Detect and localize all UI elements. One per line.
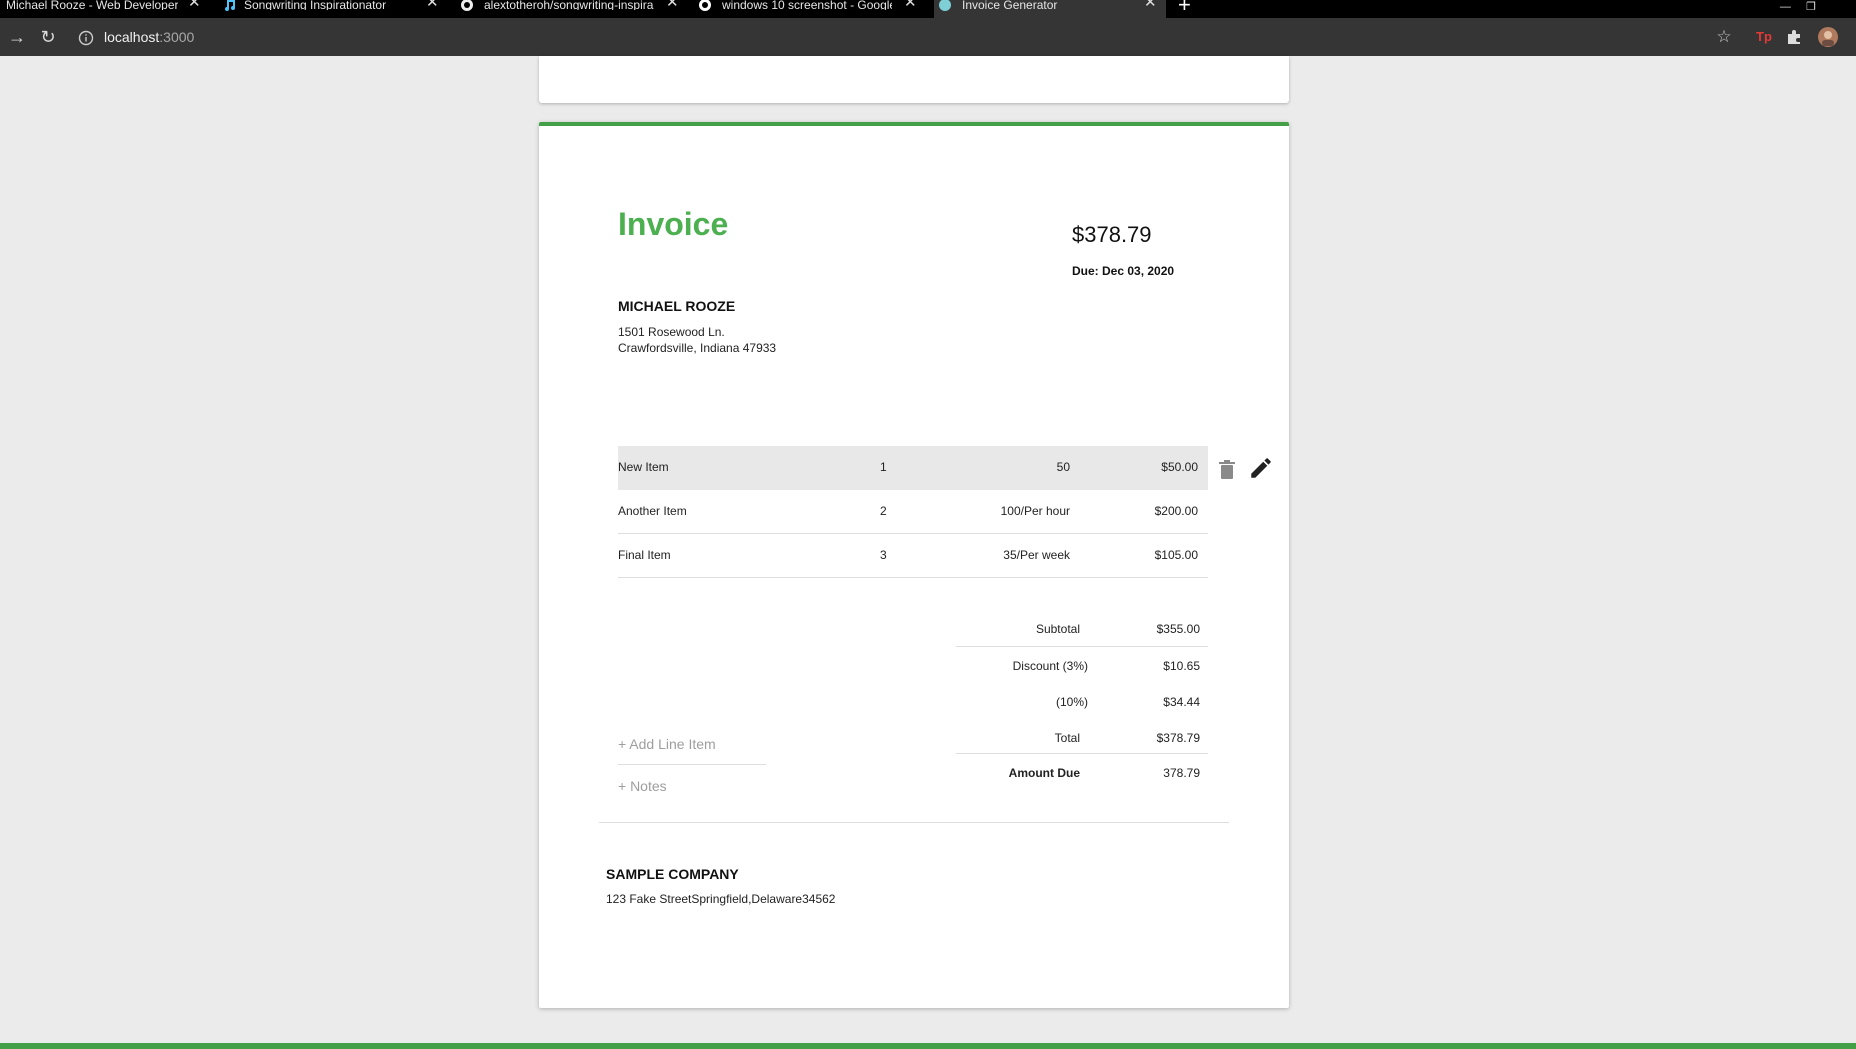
- tab-google[interactable]: windows 10 screenshot - Google ✕: [696, 0, 918, 18]
- window-controls[interactable]: — ❐: [1780, 0, 1816, 13]
- tax-row: (10%) $34.44: [956, 683, 1208, 719]
- item-rate: 50: [1056, 460, 1070, 474]
- tax-value: $34.44: [1163, 695, 1200, 709]
- item-quantity: 3: [880, 548, 887, 562]
- discount-row: Discount (3%) $10.65: [956, 647, 1208, 683]
- google-icon: [699, 0, 711, 11]
- url-host: localhost: [104, 29, 160, 45]
- client-address-line2: Crawfordsville, Indiana 47933: [618, 341, 777, 355]
- amount-due-label: Amount Due: [1008, 766, 1080, 780]
- url-port: :3000: [159, 29, 195, 45]
- tab-songwriting[interactable]: Songwriting Inspirationator ✕: [220, 0, 440, 18]
- item-name: Final Item: [618, 548, 671, 562]
- item-amount: $105.00: [1154, 548, 1198, 562]
- forward-icon[interactable]: →: [2, 18, 32, 56]
- item-quantity: 1: [880, 460, 887, 474]
- address-bar[interactable]: localhost:3000: [104, 28, 194, 46]
- tab-title: Invoice Generator: [962, 0, 1058, 10]
- line-items-table: New Item 1 50 $50.00 Another Item 2 100/…: [618, 446, 1208, 578]
- amount-due-row: Amount Due 378.79: [956, 754, 1208, 790]
- page-icon: [939, 0, 951, 11]
- item-amount: $50.00: [1161, 460, 1198, 474]
- new-tab-button[interactable]: +: [1178, 0, 1191, 16]
- tab-invoice-generator[interactable]: Invoice Generator ✕: [934, 0, 1166, 18]
- divider: [599, 822, 1229, 823]
- discount-label[interactable]: Discount (3%): [1013, 659, 1088, 673]
- due-date[interactable]: Due: Dec 03, 2020: [1072, 264, 1174, 278]
- line-item-row[interactable]: Another Item 2 100/Per hour $200.00: [618, 490, 1208, 534]
- discount-value: $10.65: [1163, 659, 1200, 673]
- close-icon[interactable]: ✕: [1144, 0, 1157, 10]
- info-icon[interactable]: [78, 30, 94, 46]
- add-notes-button[interactable]: + Notes: [618, 778, 667, 794]
- total-value: $378.79: [1156, 731, 1200, 745]
- extension-tp-icon[interactable]: Tp: [1752, 18, 1776, 56]
- add-line-item-button[interactable]: + Add Line Item: [618, 736, 766, 765]
- tab-github[interactable]: alextotheroh/songwriting-inspira ✕: [458, 0, 680, 18]
- item-name: New Item: [618, 460, 669, 474]
- company-name: SAMPLE COMPANY: [606, 866, 739, 882]
- music-note-icon: [225, 0, 235, 11]
- bottom-accent-bar: [0, 1043, 1856, 1049]
- reload-icon[interactable]: ↻: [33, 18, 63, 56]
- github-icon: [461, 0, 473, 11]
- item-amount: $200.00: [1154, 504, 1198, 518]
- line-item-row[interactable]: Final Item 3 35/Per week $105.00: [618, 534, 1208, 578]
- tax-label[interactable]: (10%): [1056, 695, 1088, 709]
- close-icon[interactable]: ✕: [426, 0, 439, 10]
- client-address-line1: 1501 Rosewood Ln.: [618, 325, 725, 339]
- total-label: Total: [1054, 731, 1080, 745]
- top-card: [539, 56, 1289, 103]
- close-icon[interactable]: ✕: [666, 0, 679, 10]
- browser-toolbar: → ↻ localhost:3000 ☆ Tp: [0, 18, 1856, 56]
- tab-title: Songwriting Inspirationator: [244, 0, 387, 10]
- line-item-row[interactable]: New Item 1 50 $50.00: [618, 446, 1208, 490]
- amount-due-value: 378.79: [1163, 766, 1200, 780]
- client-address: 1501 Rosewood Ln. Crawfordsville, Indian…: [618, 324, 776, 356]
- client-name: MICHAEL ROOZE: [618, 298, 736, 314]
- star-icon[interactable]: ☆: [1712, 18, 1736, 56]
- company-address: 123 Fake StreetSpringfield,Delaware34562: [606, 892, 836, 906]
- totals-section: Subtotal $355.00 Discount (3%) $10.65 (1…: [956, 610, 1208, 790]
- subtotal-label: Subtotal: [1035, 622, 1080, 636]
- item-quantity: 2: [880, 504, 887, 518]
- item-rate: 100/Per hour: [1000, 504, 1070, 518]
- invoice-total-amount: $378.79: [1072, 222, 1152, 247]
- tab-title: Michael Rooze - Web Developer: [6, 0, 178, 10]
- tab-strip: Michael Rooze - Web Developer ✕ Songwrit…: [0, 0, 1856, 18]
- close-icon[interactable]: ✕: [188, 0, 201, 10]
- total-row: Total $378.79: [956, 719, 1208, 754]
- tab-michael-rooze[interactable]: Michael Rooze - Web Developer ✕: [0, 0, 210, 18]
- tab-title: alextotheroh/songwriting-inspira: [484, 0, 654, 10]
- invoice-title: Invoice: [618, 206, 729, 242]
- tab-title: windows 10 screenshot - Google: [722, 0, 892, 10]
- subtotal-value: $355.00: [1156, 622, 1200, 636]
- subtotal-row: Subtotal $355.00: [956, 610, 1208, 647]
- item-name: Another Item: [618, 504, 687, 518]
- close-icon[interactable]: ✕: [904, 0, 917, 10]
- puzzle-icon[interactable]: [1785, 28, 1803, 46]
- invoice-card: Invoice $378.79 Due: Dec 03, 2020 MICHAE…: [539, 122, 1289, 1008]
- item-rate: 35/Per week: [1003, 548, 1070, 562]
- pencil-icon[interactable]: [1248, 455, 1274, 481]
- avatar[interactable]: [1817, 26, 1839, 48]
- trash-icon[interactable]: [1218, 458, 1236, 482]
